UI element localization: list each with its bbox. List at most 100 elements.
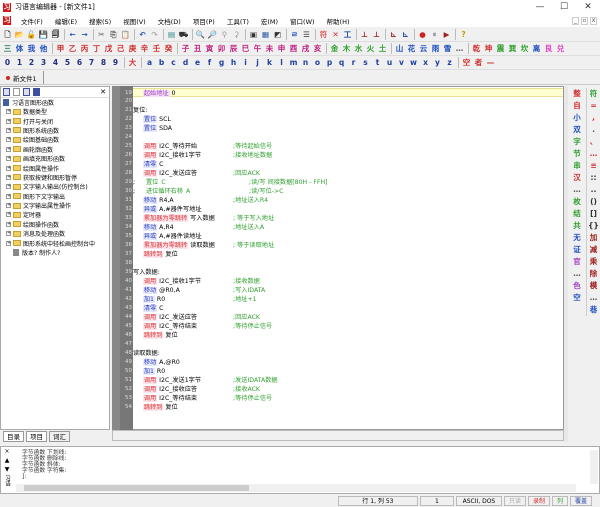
toolbar-button[interactable]: ▦ (260, 29, 271, 41)
toolbar-button[interactable]: 7 (86, 57, 97, 69)
toolbar-button[interactable]: v (396, 57, 407, 69)
toolbar-button[interactable]: h (228, 57, 239, 69)
sidebar-button[interactable]: 色 (573, 280, 581, 292)
output-close-icon[interactable]: × (4, 448, 9, 455)
toolbar-button[interactable]: d (180, 57, 191, 69)
toolbar-button[interactable]: 大 (127, 57, 138, 69)
toolbar-button[interactable]: 坤 (483, 43, 494, 55)
code-line[interactable]: 43 清零 C (125, 304, 563, 313)
toolbar-button[interactable]: 乾 (471, 43, 482, 55)
toolbar-button[interactable]: 土 (377, 43, 388, 55)
toolbar-button[interactable]: 0 (2, 57, 13, 69)
toolbar-button[interactable]: 甲 (55, 43, 66, 55)
toolbar-button[interactable]: g (216, 57, 227, 69)
expand-icon[interactable]: + (6, 146, 11, 152)
toolbar-button[interactable]: 1 (14, 57, 25, 69)
tree-item-folder[interactable]: + 画轮廓函数 (1, 145, 109, 154)
code-line[interactable]: 54 跳转到 复位 (125, 403, 563, 412)
sidebar-button[interactable]: () (590, 196, 597, 208)
toolbar-button[interactable]: 乙 (67, 43, 78, 55)
toolbar-button[interactable]: 雪 (442, 43, 453, 55)
tree-item-folder[interactable]: + 打开与关闭 (1, 116, 109, 126)
toolbar-button[interactable]: → (79, 29, 90, 41)
sidebar-button[interactable]: 无 (573, 232, 581, 244)
sidebar-button[interactable]: 减 (590, 244, 598, 256)
toolbar-button[interactable]: 坎 (519, 43, 530, 55)
sidebar-button[interactable]: 除 (590, 268, 598, 280)
editor-vertical-scrollbar[interactable] (564, 86, 568, 442)
overwrite-indicator[interactable]: 覆盖 (569, 496, 592, 506)
readonly-indicator[interactable]: 只读 (503, 496, 526, 506)
toolbar-button[interactable]: 他 (38, 43, 49, 55)
toolbar-button[interactable]: 巽 (507, 43, 518, 55)
column-indicator[interactable]: 列 (551, 496, 568, 506)
toolbar-button[interactable]: e (192, 57, 203, 69)
code-line[interactable]: 35 异或 A,#器件读地址 (125, 232, 563, 241)
code-line[interactable]: 44 调用 I2C_发送应答 ;回应ACK (125, 313, 563, 322)
toolbar-button[interactable]: 6 (74, 57, 85, 69)
output-down-icon[interactable]: ▼ (5, 466, 10, 473)
sidebar-button[interactable]: … (573, 268, 581, 280)
code-line[interactable]: 45 调用 I2C_等待结束 ;等待停止信号 (125, 322, 563, 331)
editor-horizontal-scrollbar[interactable] (112, 430, 564, 441)
tree-item-folder[interactable]: + 绘图基础函数 (1, 135, 109, 144)
code-line[interactable]: 50 加1 R0 (125, 367, 563, 376)
code-line[interactable]: 42 加1 R0 ;地址+1 (125, 295, 563, 304)
tree-item-folder[interactable]: + 图形下文字输出 (1, 192, 109, 201)
code-line[interactable]: 53 调用 I2C_等待结束 ;等待停止信号 (125, 394, 563, 403)
toolbar-button[interactable]: ▣ (248, 29, 259, 41)
sidebar-button[interactable]: 字 (573, 136, 581, 148)
toolbar-button[interactable]: 酉 (288, 43, 299, 55)
menu-item[interactable]: 工具(T) (221, 16, 255, 26)
doc-icon[interactable]: 习 (3, 16, 11, 25)
toolbar-button[interactable]: w (408, 57, 419, 69)
sidebar-button[interactable]: 巷 (590, 304, 598, 316)
menu-item[interactable]: 窗口(W) (284, 16, 321, 26)
expand-icon[interactable]: + (6, 137, 11, 143)
toolbar-button[interactable]: 辛 (139, 43, 150, 55)
menu-item[interactable]: 宏(M) (255, 16, 284, 26)
toolbar-button[interactable]: … (454, 43, 465, 55)
toolbar-button[interactable]: 🔓 (26, 29, 37, 41)
toolbar-button[interactable]: 📋 (120, 29, 131, 41)
menu-item[interactable]: 视图(V) (117, 16, 152, 26)
panel-book-icon[interactable] (3, 88, 10, 96)
output-up-icon[interactable]: ▲ (5, 457, 10, 464)
toolbar-button[interactable]: ⊥ (371, 29, 382, 41)
sidebar-button[interactable]: 汉 (573, 172, 581, 184)
tree-root[interactable]: 习语言图形函数 (1, 98, 109, 107)
toolbar-button[interactable]: ◩ (272, 29, 283, 41)
code-line[interactable]: 27 清零 C (125, 160, 563, 169)
toolbar-button[interactable]: 山 (394, 43, 405, 55)
panel-page-icon[interactable] (13, 88, 20, 96)
toolbar-button[interactable]: r (348, 57, 359, 69)
sidebar-button[interactable]: 符 (590, 88, 598, 100)
expand-icon[interactable]: + (6, 240, 11, 246)
close-button[interactable]: ✕ (576, 2, 600, 12)
sidebar-button[interactable]: … (590, 292, 598, 304)
toolbar-button[interactable]: o (312, 57, 323, 69)
tree-item-folder[interactable]: + 数据类型 (1, 107, 109, 116)
sidebar-button[interactable]: {} (588, 220, 599, 232)
toolbar-button[interactable]: 水 (353, 43, 364, 55)
toolbar-button[interactable]: 5 (62, 57, 73, 69)
sidebar-button[interactable]: .. (591, 184, 597, 196)
expand-icon[interactable]: + (6, 174, 11, 180)
tab-catalog[interactable]: 目录 (3, 430, 24, 442)
sidebar-button[interactable]: [] (590, 208, 597, 220)
toolbar-button[interactable]: 巳 (240, 43, 251, 55)
tab-project[interactable]: 项目 (26, 430, 47, 442)
minimize-button[interactable]: — (528, 2, 552, 12)
toolbar-button[interactable]: 庚 (127, 43, 138, 55)
sidebar-button[interactable]: 、 (590, 136, 598, 148)
toolbar-button[interactable]: 未 (264, 43, 275, 55)
toolbar-button[interactable]: k (264, 57, 275, 69)
tree-item-version[interactable]: 版本? 制作人? (1, 248, 109, 257)
toolbar-button[interactable]: f (204, 57, 215, 69)
panel-close-icon[interactable]: ✕ (100, 88, 109, 96)
sidebar-button[interactable]: … (573, 184, 581, 196)
toolbar-button[interactable]: 🔎 (207, 29, 218, 41)
code-line[interactable]: 37 跳转到 复位 (125, 250, 563, 259)
sidebar-button[interactable]: = (590, 100, 596, 112)
tree-item-folder[interactable]: + 消息及处理函数 (1, 229, 109, 238)
